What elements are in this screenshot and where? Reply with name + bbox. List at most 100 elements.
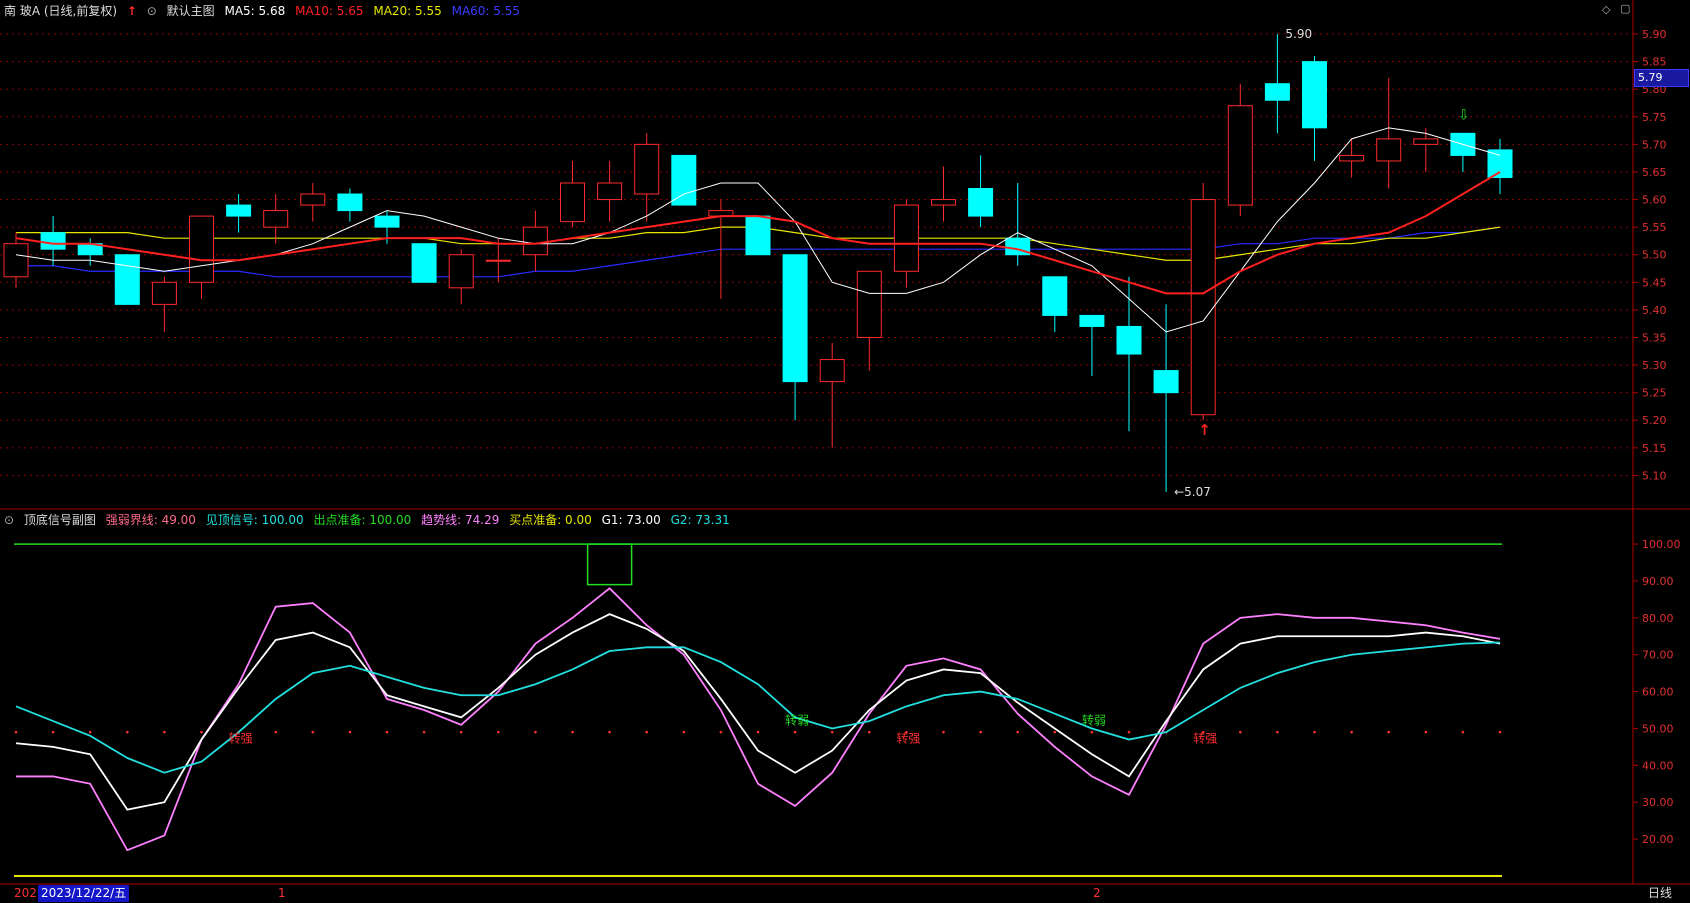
cdzb-legend: 出点准备: 100.00	[313, 513, 412, 527]
threshold-dot	[830, 730, 834, 734]
price-tick-label: 5.60	[1642, 194, 1667, 207]
threshold-dot	[1313, 730, 1316, 734]
ma10-legend: MA10: 5.65	[295, 4, 364, 18]
threshold-dot	[942, 730, 945, 734]
g1-legend: G1: 73.00	[601, 513, 661, 527]
threshold-dot	[645, 730, 648, 734]
period-label[interactable]: 日线	[1648, 884, 1672, 903]
qsx-line	[16, 587, 1501, 852]
threshold-dot	[682, 730, 686, 734]
candle-body	[1339, 154, 1365, 162]
candle-body	[782, 254, 808, 383]
candle-body	[263, 210, 289, 228]
candle-body	[151, 281, 177, 305]
candle-body	[1227, 105, 1253, 206]
collapse-icon[interactable]: ⊙	[147, 4, 157, 18]
qsx-legend: 趋势线: 74.29	[421, 513, 500, 527]
candle-body	[3, 243, 29, 278]
price-tick-label: 5.50	[1642, 249, 1667, 262]
threshold-dot	[497, 730, 500, 734]
jdxh-legend: 见顶信号: 100.00	[205, 513, 304, 527]
price-tick-label: 5.45	[1642, 276, 1667, 289]
sell-arrow-icon: ⇩	[1458, 107, 1470, 123]
candle-body	[1042, 276, 1068, 316]
threshold-dot	[88, 730, 92, 734]
threshold-dot	[274, 730, 278, 734]
candle-body	[189, 215, 214, 283]
threshold-dot	[1387, 730, 1390, 734]
threshold-dot	[14, 730, 18, 734]
threshold-dot	[1350, 730, 1353, 734]
candle-body	[1079, 314, 1105, 327]
threshold-dot	[534, 730, 537, 734]
price-tick-label: 5.15	[1642, 442, 1667, 455]
threshold-dot	[1498, 730, 1502, 734]
candle-body	[1116, 325, 1142, 355]
threshold-dot	[459, 730, 463, 734]
top-signal-box	[586, 543, 633, 586]
up-arrow-icon: ↑	[126, 4, 137, 18]
candle-body	[300, 193, 326, 206]
price-tick-label: 5.35	[1642, 331, 1667, 344]
threshold-dot	[756, 730, 760, 734]
month-2-label: 2	[1093, 886, 1101, 900]
candle-body	[597, 182, 623, 201]
indicator-tick-label: 80.00	[1642, 612, 1674, 625]
collapse-icon[interactable]: ⊙	[4, 513, 14, 527]
threshold-dot	[51, 730, 55, 734]
threshold-dot	[1090, 730, 1094, 734]
price-tick-label: 5.55	[1642, 221, 1667, 234]
candle-body	[1376, 138, 1402, 162]
threshold-dot	[1424, 730, 1428, 734]
candle-body	[522, 226, 548, 256]
symbol-title[interactable]: 南 玻A (日线,前复权)	[4, 4, 117, 18]
candle-body	[40, 232, 66, 250]
threshold-dot	[200, 730, 203, 734]
g2-legend: G2: 73.31	[670, 513, 730, 527]
signal-label: 转弱	[1082, 712, 1106, 727]
threshold-dot	[608, 730, 611, 734]
candle-body	[893, 204, 919, 272]
indicator-tick-label: 100.00	[1642, 538, 1681, 551]
threshold-dot	[1053, 730, 1057, 734]
candle-body	[226, 204, 252, 217]
candle-body	[485, 259, 511, 262]
candle-body	[634, 143, 660, 195]
candle-body	[337, 193, 363, 212]
threshold-dot	[385, 730, 389, 734]
price-tick-label: 5.40	[1642, 304, 1667, 317]
diamond-icon[interactable]: ◇	[1602, 3, 1610, 16]
candle-body	[931, 199, 956, 206]
threshold-dot	[1127, 730, 1131, 734]
price-tick-label: 5.20	[1642, 414, 1667, 427]
main-chart-header: 南 玻A (日线,前复权) ↑ ⊙ 默认主图 MA5: 5.68 MA10: 5…	[4, 2, 526, 20]
extreme-price-label: 5.90	[1285, 27, 1312, 41]
threshold-dot	[1016, 730, 1019, 734]
threshold-dot	[126, 730, 129, 734]
candle-body	[1487, 149, 1513, 178]
candle-body	[411, 243, 437, 283]
main-chart-name[interactable]: 默认主图	[167, 4, 215, 18]
candle-body	[856, 270, 882, 338]
threshold-dot	[868, 730, 871, 734]
sub-chart-name[interactable]: 顶底信号副图	[24, 513, 96, 527]
g1-line	[15, 613, 1501, 811]
maximize-icon[interactable]: ▢	[1620, 2, 1630, 15]
indicator-tick-label: 60.00	[1642, 686, 1674, 699]
threshold-dot	[1239, 730, 1242, 734]
indicator-tick-label: 30.00	[1642, 796, 1674, 809]
candle-body	[968, 188, 994, 217]
qrjx-legend: 强弱界线: 49.00	[105, 513, 196, 527]
cursor-date: 2023/12/22/五	[38, 885, 130, 902]
price-tick-label: 5.10	[1642, 469, 1667, 482]
candle-body	[114, 254, 140, 305]
price-tick-label: 5.65	[1642, 166, 1667, 179]
mdzb-legend: 买点准备: 0.00	[509, 513, 592, 527]
price-tick-label: 5.90	[1642, 28, 1667, 41]
price-tick-label: 5.70	[1642, 138, 1667, 151]
current-price-label: 5.79	[1634, 69, 1689, 87]
threshold-dot	[1461, 730, 1465, 734]
indicator-tick-label: 70.00	[1642, 649, 1674, 662]
threshold-dot	[422, 730, 426, 734]
price-chart-canvas[interactable]: 5.905.855.805.755.705.655.605.555.505.45…	[0, 0, 1690, 903]
